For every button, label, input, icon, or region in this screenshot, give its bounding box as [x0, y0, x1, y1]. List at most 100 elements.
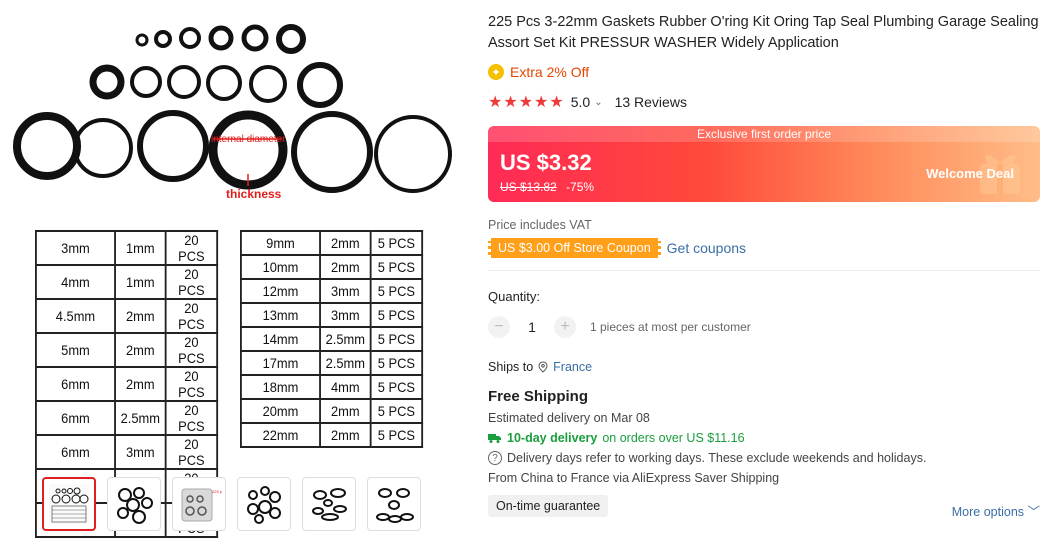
question-icon[interactable]: ?: [488, 451, 502, 465]
table-cell: 20 PCS: [164, 230, 219, 266]
first-order-label: Exclusive first order price: [488, 126, 1040, 142]
thumbnail-4[interactable]: [237, 477, 291, 531]
ten-day-delivery: 10-day delivery: [507, 431, 598, 445]
table-cell: 20 PCS: [164, 264, 219, 300]
quantity-value[interactable]: 1: [522, 319, 542, 335]
thumbnail-5[interactable]: [302, 477, 356, 531]
table-cell: 5 PCS: [369, 350, 424, 376]
store-coupon-badge[interactable]: US $3.00 Off Store Coupon: [488, 238, 661, 258]
table-cell: 4mm: [34, 264, 116, 300]
decrease-quantity-button[interactable]: −: [488, 316, 510, 338]
reviews-link[interactable]: 13 Reviews: [615, 94, 687, 110]
table-row: 5mm 2mm 20 PCS: [34, 332, 219, 368]
increase-quantity-button[interactable]: +: [554, 316, 576, 338]
original-price-row: US $13.82 -75%: [500, 180, 594, 194]
table-cell: 5 PCS: [369, 398, 424, 424]
table-cell: 20mm: [239, 398, 321, 424]
welcome-deal-label: Welcome Deal: [926, 166, 1014, 181]
table-cell: 3mm: [34, 230, 116, 266]
table-cell: 6mm: [34, 366, 116, 402]
table-cell: 5 PCS: [369, 326, 424, 352]
estimated-delivery: Estimated delivery on Mar 08: [488, 411, 650, 425]
shipping-route: From China to France via AliExpress Save…: [488, 471, 780, 485]
thumbnail-1[interactable]: [42, 477, 96, 531]
truck-icon: [488, 434, 501, 443]
table-cell: 9mm: [239, 230, 321, 256]
table-row: 13mm 3mm 5 PCS: [239, 302, 424, 328]
table-row: 4mm 1mm 20 PCS: [34, 264, 219, 300]
table-cell: 22mm: [239, 422, 321, 448]
table-cell: 2mm: [319, 422, 372, 448]
table-row: 6mm 3mm 20 PCS: [34, 434, 219, 470]
ships-to-row: Ships to France: [488, 360, 1040, 374]
thumbnail-2[interactable]: [107, 477, 161, 531]
table-cell: 17mm: [239, 350, 321, 376]
rating-row: ★★★★★ 5.0 ⌄ 13 Reviews: [488, 92, 1040, 112]
coupon-row: US $3.00 Off Store Coupon Get coupons: [488, 238, 1040, 258]
product-details: 225 Pcs 3-22mm Gaskets Rubber O'ring Kit…: [488, 12, 1040, 520]
table-row: 14mm 2.5mm 5 PCS: [239, 326, 424, 352]
quantity-label: Quantity:: [488, 289, 541, 304]
thumbnail-strip: 225 pcs: [42, 477, 421, 531]
table-cell: 3mm: [114, 434, 167, 470]
table-cell: 2mm: [319, 230, 372, 256]
svg-text:225 pcs: 225 pcs: [212, 489, 222, 494]
table-cell: 5 PCS: [369, 422, 424, 448]
table-cell: 2mm: [319, 398, 372, 424]
extra-discount-label: Extra 2% Off: [510, 64, 590, 80]
discount-percent: -75%: [566, 180, 595, 194]
table-cell: 5mm: [34, 332, 116, 368]
table-cell: 12mm: [239, 278, 321, 304]
table-cell: 2.5mm: [319, 326, 372, 352]
table-row: 20mm 2mm 5 PCS: [239, 398, 424, 424]
table-row: 18mm 4mm 5 PCS: [239, 374, 424, 400]
delivery-info-row: ? Delivery days refer to working days. T…: [488, 451, 1040, 465]
thumbnail-6[interactable]: [367, 477, 421, 531]
current-price: US $3.32: [500, 150, 592, 175]
ships-to-label: Ships to: [488, 360, 534, 374]
table-cell: 6mm: [34, 434, 116, 470]
table-row: 12mm 3mm 5 PCS: [239, 278, 424, 304]
chevron-down-icon[interactable]: ⌄: [594, 97, 602, 108]
table-cell: 5 PCS: [369, 278, 424, 304]
delivery-info-text: Delivery days refer to working days. The…: [507, 451, 927, 465]
rating-value[interactable]: 5.0: [571, 94, 590, 110]
table-cell: 2.5mm: [114, 400, 167, 436]
size-table-right: 9mm 2mm 5 PCS 10mm 2mm 5 PCS 12mm 3mm 5 PCS 13mm 3…: [239, 230, 424, 448]
table-cell: 14mm: [239, 326, 321, 352]
table-cell: 4.5mm: [34, 298, 116, 334]
on-time-guarantee-badge[interactable]: On-time guarantee: [488, 494, 609, 517]
guarantee-row: On-time guarantee More options ﹀: [488, 491, 1040, 520]
table-cell: 20 PCS: [164, 332, 219, 368]
table-cell: 2mm: [319, 254, 372, 280]
table-cell: 2mm: [114, 332, 167, 368]
get-coupons-link[interactable]: Get coupons: [667, 240, 746, 256]
divider: [488, 270, 1040, 271]
table-cell: 1mm: [114, 264, 167, 300]
product-main-image[interactable]: internal diameter thickness 3mm 1mm 20 PCS…: [0, 0, 470, 538]
table-row: 4.5mm 2mm 20 PCS: [34, 298, 219, 334]
thickness-label: thickness: [226, 187, 282, 201]
free-shipping-title: Free Shipping: [488, 388, 589, 405]
table-cell: 20 PCS: [164, 298, 219, 334]
table-cell: 13mm: [239, 302, 321, 328]
table-cell: 5 PCS: [369, 374, 424, 400]
ships-to-country[interactable]: France: [553, 360, 592, 374]
table-cell: 20 PCS: [164, 434, 219, 470]
table-row: 6mm 2.5mm 20 PCS: [34, 400, 219, 436]
vat-note: Price includes VAT: [488, 218, 592, 232]
table-row: 9mm 2mm 5 PCS: [239, 230, 424, 256]
coin-icon: ✦: [488, 64, 504, 80]
table-row: 22mm 2mm 5 PCS: [239, 422, 424, 448]
original-price: US $13.82: [500, 180, 557, 194]
table-cell: 5 PCS: [369, 230, 424, 256]
thumbnail-3[interactable]: 225 pcs: [172, 477, 226, 531]
table-cell: 10mm: [239, 254, 321, 280]
more-options-link[interactable]: More options ﹀: [952, 501, 1040, 520]
table-cell: 4mm: [319, 374, 372, 400]
table-cell: 18mm: [239, 374, 321, 400]
table-cell: 2mm: [114, 298, 167, 334]
table-cell: 6mm: [34, 400, 116, 436]
table-cell: 2.5mm: [319, 350, 372, 376]
product-title: 225 Pcs 3-22mm Gaskets Rubber O'ring Kit…: [488, 14, 1039, 51]
